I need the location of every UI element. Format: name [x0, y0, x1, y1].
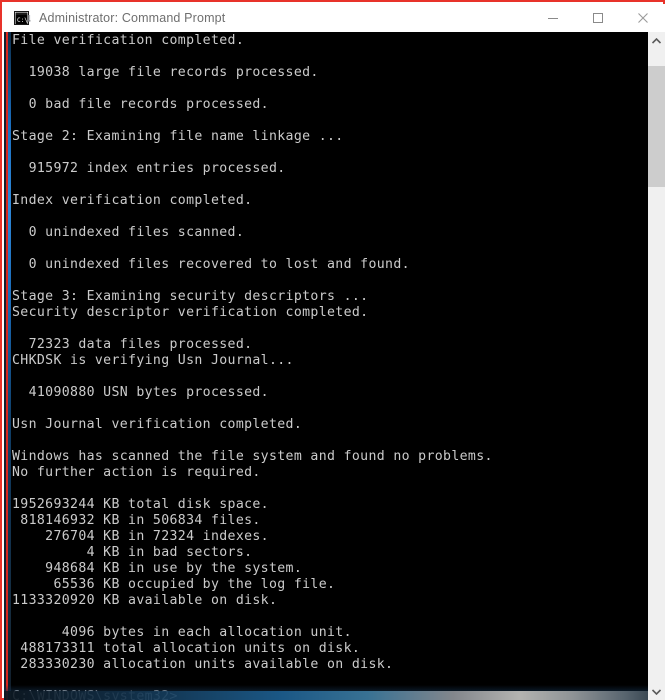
console-client-area[interactable]: File verification completed. 19038 large…: [4, 32, 665, 700]
vertical-scrollbar[interactable]: [648, 32, 665, 700]
console-output: File verification completed. 19038 large…: [12, 33, 493, 700]
window-edge-blue-accent: [8, 32, 11, 700]
scrollbar-thumb[interactable]: [648, 66, 665, 187]
minimize-icon: [547, 18, 558, 19]
command-prompt-icon: C:\: [14, 10, 31, 26]
close-icon: [637, 13, 648, 23]
maximize-icon: [592, 13, 603, 23]
chevron-up-icon: [652, 37, 661, 44]
chevron-down-icon: [652, 688, 661, 695]
command-prompt-window: C:\ Administrator: Command Prompt File v…: [0, 0, 665, 700]
maximize-button[interactable]: [575, 4, 620, 32]
window-title: Administrator: Command Prompt: [39, 11, 226, 25]
minimize-button[interactable]: [530, 4, 575, 32]
scroll-up-button[interactable]: [648, 32, 665, 49]
desktop-bleed-strip: [4, 691, 665, 700]
close-button[interactable]: [620, 4, 665, 32]
title-bar[interactable]: C:\ Administrator: Command Prompt: [4, 4, 665, 32]
svg-text:C:\: C:\: [17, 17, 28, 24]
scroll-down-button[interactable]: [648, 683, 665, 700]
window-controls: [530, 4, 665, 32]
